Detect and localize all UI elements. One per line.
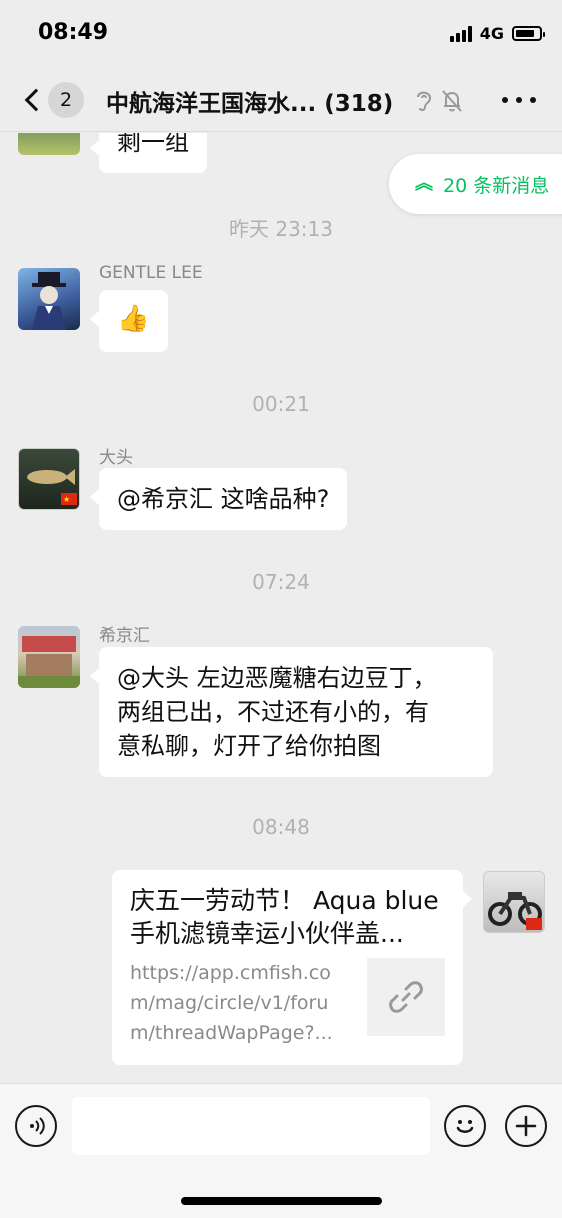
battery-icon — [512, 26, 545, 41]
chat-title[interactable]: 中航海洋王国海水... (318) — [106, 84, 393, 118]
home-indicator[interactable] — [181, 1197, 382, 1205]
sender-name: 大头 — [99, 448, 133, 468]
new-messages-label: 20 条新消息 — [443, 174, 550, 197]
avatar[interactable] — [483, 871, 545, 933]
time-separator: 昨天 23:13 — [229, 217, 333, 241]
avatar[interactable] — [18, 626, 80, 688]
message-bubble[interactable]: @大头 左边恶魔糖右边豆丁， 两组已出，不过还有小的，有 意私聊，灯开了给你拍图 — [90, 647, 493, 777]
more-actions-button[interactable] — [505, 1105, 547, 1147]
member-count: (318) — [324, 91, 394, 117]
thumbs-up-emoji: 👍 — [117, 304, 150, 334]
emoji-icon — [456, 1120, 474, 1133]
avatar[interactable] — [18, 133, 80, 155]
group-name: 中航海洋王国海水... — [106, 91, 317, 117]
message-line: @大头 左边恶魔糖右边豆丁， — [117, 664, 437, 692]
avatar-image — [488, 892, 542, 930]
svg-text:★: ★ — [63, 495, 70, 504]
message-text: @希京汇 这啥品种? — [117, 485, 330, 513]
network-label: 4G — [479, 24, 504, 43]
avatar-image — [18, 636, 80, 688]
back-button[interactable]: 2 — [20, 80, 90, 120]
dot — [502, 97, 508, 103]
link-thumbnail — [367, 958, 445, 1036]
double-chevron-up-icon: ︽ — [415, 173, 433, 194]
battery-fill — [516, 30, 534, 37]
status-bar: 08:49 4G — [0, 0, 562, 68]
message-line: 意私聊，灯开了给你拍图 — [117, 732, 381, 760]
message-bubble[interactable]: 👍 — [90, 290, 168, 352]
sender-name: 希京汇 — [99, 626, 150, 646]
chat-mode-icons — [414, 88, 464, 114]
link-url: https://app.cmfish.co m/mag/circle/v1/fo… — [130, 958, 352, 1048]
message-line: 两组已出，不过还有小的，有 — [117, 698, 429, 726]
avatar[interactable] — [18, 268, 80, 330]
link-title-line: 庆五一劳动节！ Aqua blue — [130, 886, 439, 915]
sender-name: GENTLE LEE — [99, 263, 203, 283]
status-time: 08:49 — [38, 20, 109, 45]
status-indicators: 4G — [449, 24, 545, 43]
chat-header: 2 中航海洋王国海水... (318) — [0, 68, 562, 132]
link-url-line: https://app.cmfish.co — [130, 962, 331, 984]
message-bubble[interactable]: 剩一组 — [90, 133, 207, 173]
voice-input-button[interactable] — [15, 1105, 57, 1147]
dot — [530, 97, 536, 103]
avatar-image: ★ — [27, 469, 77, 505]
link-url-line: m/mag/circle/v1/foru — [130, 992, 329, 1014]
voice-icon — [30, 1117, 45, 1135]
link-url-line: m/threadWapPage?... — [130, 1022, 333, 1044]
plus-icon — [515, 1115, 537, 1137]
message-input[interactable] — [72, 1097, 430, 1155]
mute-bell-icon — [442, 90, 462, 112]
avatar[interactable]: ★ — [18, 448, 80, 510]
more-options-button[interactable] — [502, 88, 536, 112]
message-text: 剩一组 — [117, 133, 189, 156]
time-separator: 07:24 — [252, 570, 310, 594]
time-separator: 08:48 — [252, 815, 310, 839]
link-title-line: 手机滤镜幸运小伙伴盖... — [130, 919, 404, 948]
unread-count-badge: 2 — [48, 82, 84, 118]
message-bubble[interactable]: @希京汇 这啥品种? — [89, 468, 348, 530]
link-icon — [389, 981, 423, 1013]
avatar-image — [32, 272, 66, 330]
time-separator: 00:21 — [252, 392, 310, 416]
new-messages-button[interactable]: ︽ 20 条新消息 — [389, 154, 562, 214]
chevron-left-icon — [24, 88, 48, 112]
dot — [516, 97, 522, 103]
emoji-button[interactable] — [444, 1105, 486, 1147]
signal-icon — [449, 25, 472, 42]
link-title: 庆五一劳动节！ Aqua blue 手机滤镜幸运小伙伴盖... — [130, 884, 450, 950]
link-card-message[interactable]: 庆五一劳动节！ Aqua blue 手机滤镜幸运小伙伴盖... https://… — [112, 870, 472, 1065]
ear-icon — [417, 91, 432, 112]
